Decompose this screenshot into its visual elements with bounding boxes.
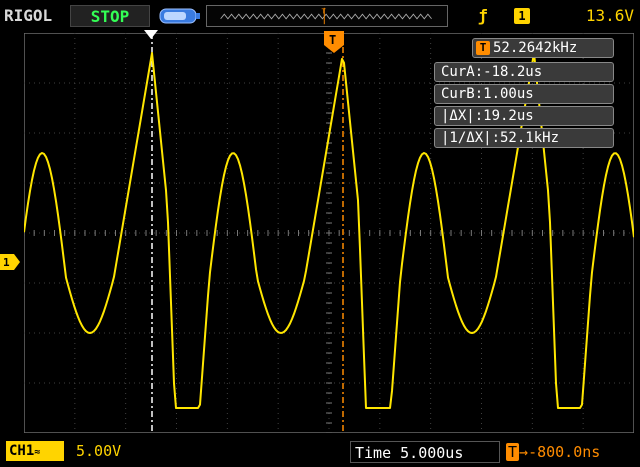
cursor-a-marker[interactable] bbox=[144, 30, 158, 40]
trigger-settings[interactable]: ƒ 1 13.6V bbox=[470, 5, 636, 27]
ch1-label: CH1 bbox=[9, 443, 35, 459]
svg-text:T: T bbox=[322, 6, 327, 15]
timebase-label: Time bbox=[355, 444, 392, 462]
timebase-value: 5.000us bbox=[400, 444, 464, 462]
trigger-marker-label: T bbox=[329, 33, 336, 47]
ch1-scale[interactable]: 5.00V bbox=[76, 441, 156, 461]
frequency-badge: T bbox=[476, 41, 490, 55]
delta-x-readout: |ΔX|:19.2us bbox=[434, 106, 614, 126]
cursor-b-readout: CurB:1.00us bbox=[434, 84, 614, 104]
ch1-badge[interactable]: CH1≈ bbox=[6, 441, 64, 461]
memory-waveform-overview[interactable]: T bbox=[206, 5, 448, 27]
memory-depth-icon[interactable] bbox=[158, 6, 202, 26]
cursor-a-readout: CurA:-18.2us bbox=[434, 62, 614, 82]
run-stop-status[interactable]: STOP bbox=[70, 5, 150, 27]
timebase-readout[interactable]: Time 5.000us bbox=[350, 441, 500, 463]
ch1-marker-label: 1 bbox=[3, 256, 10, 269]
trigger-delay-readout[interactable]: T →-800.0ns bbox=[506, 441, 638, 463]
trigger-position-marker[interactable]: T bbox=[322, 29, 346, 55]
coupling-icon: ≈ bbox=[34, 447, 41, 458]
rising-edge-icon: ƒ bbox=[478, 6, 488, 25]
ch1-ground-marker[interactable]: 1 bbox=[0, 254, 20, 270]
inverse-delta-x-readout: |1/ΔX|:52.1kHz bbox=[434, 128, 614, 148]
brand-logo: RIGOL bbox=[4, 6, 53, 25]
bottom-status-bar: CH1≈ 5.00V Time 5.000us T →-800.0ns bbox=[0, 437, 640, 467]
top-status-bar: RIGOL STOP T ƒ 1 13.6V bbox=[0, 0, 640, 32]
delay-icon: T bbox=[506, 443, 520, 461]
frequency-value: 52.2642kHz bbox=[493, 40, 578, 56]
delay-arrow-icon: → bbox=[519, 443, 529, 461]
delay-value: -800.0ns bbox=[528, 443, 601, 461]
trigger-source-badge: 1 bbox=[514, 8, 530, 24]
trigger-level: 13.6V bbox=[585, 6, 634, 25]
frequency-readout: T 52.2642kHz bbox=[472, 38, 614, 58]
